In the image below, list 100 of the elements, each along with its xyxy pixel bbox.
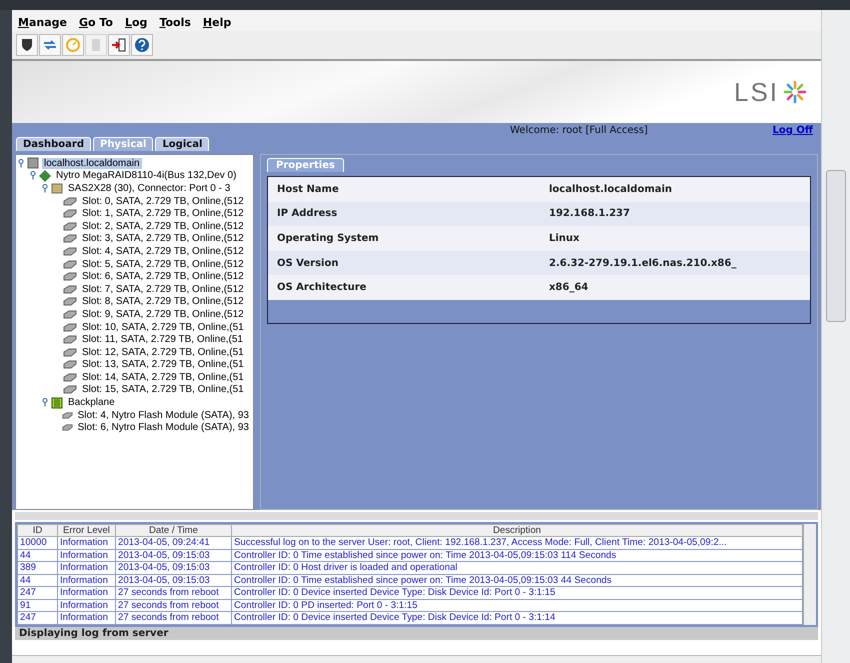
help-icon [134,37,150,53]
tree-item[interactable]: Nytro MegaRAID8110-4i(Bus 132,Dev 0) [54,170,238,182]
tree-item[interactable]: Slot: 11, SATA, 2.729 TB, Online,(51 [80,334,245,346]
enclosure-icon [50,182,63,194]
table-cell: 91 [17,599,58,612]
disk-drive-icon [62,410,73,420]
expanded-key-icon[interactable] [42,398,48,408]
table-cell: 2013-04-05, 09:15:03 [115,549,232,562]
table-cell: Controller ID: 0 Time established since power on: Time 2013-04-05,09:15:03 114 Seconds [231,549,803,562]
table-cell: Successful log on to the server User: root, Client: 192.168.1.237, Access Mode: Full, Client Time: 2013-04-05,09:2... [231,536,803,549]
column-header[interactable]: Error Level [57,524,116,536]
disk-drive-icon [62,360,77,370]
table-cell: 2013-04-05, 09:24:41 [115,536,232,549]
table-cell: 2013-04-05, 09:15:03 [115,574,232,586]
diamond-icon [38,170,51,182]
tree-item[interactable]: Slot: 6, SATA, 2.729 TB, Online,(512 [80,271,246,282]
clock-icon [64,37,81,53]
disk-drive-icon [62,222,77,231]
table-cell: 44 [17,574,58,586]
tree-item[interactable]: Slot: 2, SATA, 2.729 TB, Online,(512 [80,220,246,232]
tree-item[interactable]: Slot: 3, SATA, 2.729 TB, Online,(512 [80,233,246,244]
tree-item[interactable]: localhost.localdomain [42,158,142,169]
table-cell: Controller ID: 0 Host driver is loaded and operational [231,562,803,574]
disk-drive-icon [62,372,77,382]
tree-item[interactable]: Slot: 0, SATA, 2.729 TB, Online,(512 [80,196,246,207]
backplane-icon [50,396,63,409]
horizontal-scrollbar[interactable] [12,655,822,663]
disk-drive-icon [62,297,77,306]
log-off-link[interactable]: Log Off [772,124,814,136]
property-name: IP Address [276,208,338,220]
tree-item[interactable]: Slot: 13, SATA, 2.729 TB, Online,(51 [80,359,246,370]
tree-item[interactable]: Slot: 10, SATA, 2.729 TB, Online,(51 [80,322,246,333]
column-header[interactable]: Date / Time [115,524,232,536]
table-cell: Information [57,599,116,612]
starburst-icon [783,80,808,104]
table-cell: Controller ID: 0 Device inserted Device Type: Disk Device Id: Port 0 - 3:1:14 [231,612,803,624]
tree-item[interactable]: Slot: 8, SATA, 2.729 TB, Online,(512 [80,296,246,308]
tree-item[interactable]: Slot: 14, SATA, 2.729 TB, Online,(51 [80,372,246,383]
vertical-scrollbar[interactable] [821,10,850,663]
tree-item[interactable]: Slot: 7, SATA, 2.729 TB, Online,(512 [80,284,246,295]
property-name: OS Architecture [276,282,368,294]
tree-item[interactable]: Slot: 9, SATA, 2.729 TB, Online,(512 [80,308,246,320]
column-header[interactable]: Description [231,524,803,536]
table-cell: 44 [17,549,58,562]
tab[interactable]: Logical [155,137,210,151]
disk-drive-icon [62,310,77,319]
disk-drive-icon [62,423,73,432]
table-cell: 27 seconds from reboot [115,586,232,599]
expanded-key-icon[interactable] [18,158,24,168]
table-cell: Controller ID: 0 Time established since power on: Time 2013-04-05,09:15:03 44 Seconds [231,574,803,586]
status-text: Displaying log from server [14,626,818,640]
table-cell: 10000 [17,536,58,549]
disk-drive-icon [62,196,77,206]
menu-item[interactable]: Manage [18,16,67,29]
tree-item[interactable]: Slot: 6, Nytro Flash Module (SATA), 93 [76,422,251,434]
disk-drive-icon [62,348,77,357]
property-value: 192.168.1.237 [548,208,630,220]
table-cell: Information [57,574,116,586]
disk-drive-icon [62,335,77,344]
tab[interactable]: Dashboard [16,137,91,151]
tree-item[interactable]: Slot: 1, SATA, 2.729 TB, Online,(512 [80,208,246,220]
tree-item[interactable]: Slot: 5, SATA, 2.729 TB, Online,(512 [80,258,246,270]
property-value: Linux [548,232,580,244]
welcome-text: Welcome: root [Full Access] [510,124,648,136]
column-header[interactable]: ID [17,524,58,536]
menu-item[interactable]: Help [202,16,232,29]
table-cell: Information [57,612,116,624]
property-name: Operating System [276,232,380,244]
table-cell: Information [57,562,116,574]
tree-item[interactable]: Backplane [66,397,117,408]
disk-drive-icon [62,246,77,256]
expanded-key-icon[interactable] [30,171,36,180]
tree-item[interactable]: Slot: 12, SATA, 2.729 TB, Online,(51 [80,346,246,358]
exit-door-icon [110,37,127,53]
table-cell: Controller ID: 0 PD inserted: Port 0 - 3:1:15 [231,599,803,612]
expanded-key-icon[interactable] [42,184,48,193]
table-cell: 247 [17,586,58,599]
property-name: OS Version [276,258,340,269]
tree-item[interactable]: Slot: 15, SATA, 2.729 TB, Online,(51 [80,384,246,396]
disk-drive-icon [62,272,77,282]
log-scrollbar[interactable] [803,524,816,624]
disk-drive-icon [62,234,77,244]
toolbar-button[interactable] [108,34,130,56]
menu-item[interactable]: Tools [159,16,191,29]
table-cell: Information [57,586,116,599]
menu-item[interactable]: Log [124,16,148,29]
table-cell: 2013-04-05, 09:15:03 [115,562,232,574]
table-cell: Controller ID: 0 Device inserted Device Type: Disk Device Id: Port 0 - 3:1:15 [231,586,803,599]
menu-item[interactable]: Go To [78,16,113,29]
tree-item[interactable]: Slot: 4, SATA, 2.729 TB, Online,(512 [80,246,246,257]
disk-drive-icon [62,260,77,269]
property-value: 2.6.32-279.19.1.el6.nas.210.x86_ [548,258,736,269]
logo-text: LSI [734,76,780,108]
table-cell: 27 seconds from reboot [115,612,232,624]
tree-item[interactable]: Slot: 4, Nytro Flash Module (SATA), 93 [76,410,251,421]
tree-item[interactable]: SAS2X28 (30), Connector: Port 0 - 3 [66,182,232,194]
toolbar-button[interactable] [130,34,153,56]
toolbar-button[interactable] [16,34,38,56]
table-cell: 389 [17,562,58,574]
disk-drive-icon [62,284,77,294]
